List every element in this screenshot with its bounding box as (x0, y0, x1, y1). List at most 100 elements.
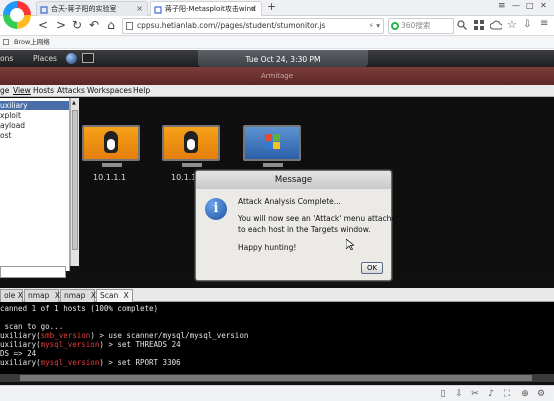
host-linux[interactable] (162, 125, 220, 161)
tree-scrollbar[interactable]: ▲ (70, 98, 79, 266)
new-tab-button[interactable]: + (267, 0, 276, 14)
console-tab-active[interactable]: Scan X (96, 289, 133, 302)
bookmark-bar: Brow上网络 (0, 36, 554, 49)
dialog-line: Attack Analysis Complete... (238, 197, 341, 206)
menu-item-workspaces[interactable]: Workspaces (87, 85, 132, 97)
reload-icon[interactable]: ↻ (70, 18, 84, 32)
console-line: uxiliary(smb_version) > use scanner/mysq… (0, 331, 249, 340)
places-menu[interactable]: Places (33, 50, 57, 67)
console-scrollbar[interactable] (0, 374, 554, 382)
host-linux[interactable] (82, 125, 140, 161)
remote-desktop: ons Places Tue Oct 24, 3:30 PM Armitage … (0, 50, 554, 385)
console-output[interactable]: canned 1 of 1 hosts (100% complete) scan… (0, 302, 554, 374)
armitage-menubar: ge View Hosts Attacks Workspaces Help (0, 85, 554, 97)
host-label: 10.1.1.1 (93, 173, 127, 182)
console-line: canned 1 of 1 hosts (100% complete) (0, 304, 159, 313)
menu-item-attacks[interactable]: Attacks (57, 85, 85, 97)
speaker-icon[interactable]: ♪ (486, 389, 496, 399)
favorite-icon[interactable]: ☆ (507, 18, 517, 31)
ok-button[interactable]: OK (361, 262, 383, 274)
page-favicon-icon (154, 5, 162, 14)
menu-icon[interactable]: ≡ (498, 1, 506, 11)
browser-tab-active[interactable]: 蒋子阳-Metasploit攻击wind × (150, 1, 262, 16)
tab-title: 蒋子阳-Metasploit攻击wind (165, 5, 256, 13)
forward-icon[interactable]: > (54, 18, 68, 32)
zoom-icon[interactable]: ⊕ (520, 389, 530, 399)
console-tabs: ole X nmap X nmap X Scan X (0, 288, 554, 302)
menu-item-help[interactable]: Help (133, 85, 150, 97)
mouse-cursor-icon (345, 238, 356, 252)
tux-icon (184, 131, 198, 153)
tab-label: ole (4, 291, 16, 300)
address-bar[interactable]: cppsu.hetianlab.com//pages/student/stumo… (122, 18, 384, 34)
tab-close-icon[interactable]: X (18, 291, 23, 300)
gnome-panel: ons Places Tue Oct 24, 3:30 PM (0, 50, 554, 67)
undo-icon[interactable]: ↶ (87, 18, 101, 32)
tree-item-post[interactable]: ost (0, 131, 11, 140)
console-tab[interactable]: ole X (0, 289, 23, 302)
console-line: DS => 24 (0, 349, 37, 358)
tree-item-exploit[interactable]: xploit (0, 111, 21, 120)
search-engine-icon (391, 22, 399, 30)
dialog-line: You will now see an 'Attack' menu attach… (238, 214, 401, 223)
dialog-line: to each host in the Targets window. (238, 225, 371, 234)
console-line: uxiliary(mysql_version) > set THREADS 24 (0, 340, 181, 349)
tab-close-icon[interactable]: X (124, 291, 129, 300)
bookmark-folder-icon (3, 39, 9, 45)
url-text: cppsu.hetianlab.com//pages/student/stumo… (137, 21, 326, 30)
dialog-title: Message (196, 171, 391, 189)
browser-logo-icon[interactable] (3, 1, 31, 29)
maximize-icon[interactable]: □ (526, 1, 534, 10)
settings-icon[interactable]: ⚙ (536, 389, 546, 399)
page-favicon-icon (40, 5, 48, 14)
tab-close-icon[interactable]: × (136, 2, 143, 16)
globe-icon[interactable] (66, 53, 77, 64)
search-input[interactable]: 360搜索 (388, 18, 454, 34)
search-icon[interactable] (457, 20, 467, 32)
minimize-icon[interactable]: — (512, 1, 520, 10)
console-tab[interactable]: nmap X (24, 289, 60, 302)
applications-menu[interactable]: ons (0, 50, 13, 67)
close-window-icon[interactable]: ✕ (540, 1, 547, 10)
more-icon[interactable]: ≡ (540, 18, 548, 29)
back-icon[interactable]: < (36, 18, 50, 32)
windows-logo-icon (265, 134, 281, 150)
module-search-input[interactable] (0, 266, 66, 278)
info-icon: i (205, 198, 227, 220)
console-line: uxiliary(mysql_version) > set RPORT 3306 (0, 358, 181, 367)
panel-clock-tab: Tue Oct 24, 3:30 PM (198, 50, 368, 67)
fullscreen-icon[interactable]: ⛶ (502, 389, 512, 399)
search-placeholder: 360搜索 (401, 21, 431, 30)
browser-tab-bar: 合天-蒋子阳的实验室 × 蒋子阳-Metasploit攻击wind × + ≡ … (0, 0, 554, 29)
phone-icon[interactable]: ▯ (438, 389, 448, 399)
host-windows[interactable] (243, 125, 301, 161)
menu-item-view[interactable]: View (13, 85, 31, 97)
download-icon[interactable]: ⇩ (454, 389, 464, 399)
menu-item-armitage[interactable]: ge (0, 85, 9, 97)
home-icon[interactable]: ⌂ (104, 18, 118, 32)
dialog-line: Happy hunting! (238, 243, 297, 252)
tab-close-icon[interactable]: × (250, 2, 257, 16)
window-title: Armitage (0, 67, 554, 85)
tree-item-payload[interactable]: ayload (0, 121, 25, 130)
tree-item-auxiliary[interactable]: uxiliary (0, 101, 69, 110)
browser-toolbar: < > ↻ ↶ ⌂ cppsu.hetianlab.com//pages/stu… (0, 16, 554, 36)
grid-icon[interactable] (474, 20, 484, 32)
cloud-icon[interactable] (489, 20, 503, 32)
screenshot-icon[interactable]: ✂ (470, 389, 480, 399)
tux-icon (104, 131, 118, 153)
page-icon (126, 22, 133, 30)
browser-tab[interactable]: 合天-蒋子阳的实验室 × (36, 1, 148, 16)
console-line: scan to go... (0, 322, 64, 331)
console-tab[interactable]: nmap X (60, 289, 96, 302)
download-icon[interactable]: ⇩ (523, 19, 531, 30)
url-actions[interactable]: ⚡ ▾ (366, 19, 380, 33)
terminal-icon[interactable] (82, 53, 94, 63)
message-dialog: Message i Attack Analysis Complete... Yo… (195, 170, 401, 281)
menu-item-hosts[interactable]: Hosts (33, 85, 54, 97)
browser-status-bar: ▯ ⇩ ✂ ♪ ⛶ ⊕ ⚙ (0, 385, 554, 401)
bookmark-item[interactable]: Brow上网络 (14, 38, 50, 46)
tab-label: nmap (64, 291, 86, 300)
module-tree: uxiliary xploit ayload ost (0, 98, 70, 271)
tab-title: 合天-蒋子阳的实验室 (51, 5, 117, 13)
